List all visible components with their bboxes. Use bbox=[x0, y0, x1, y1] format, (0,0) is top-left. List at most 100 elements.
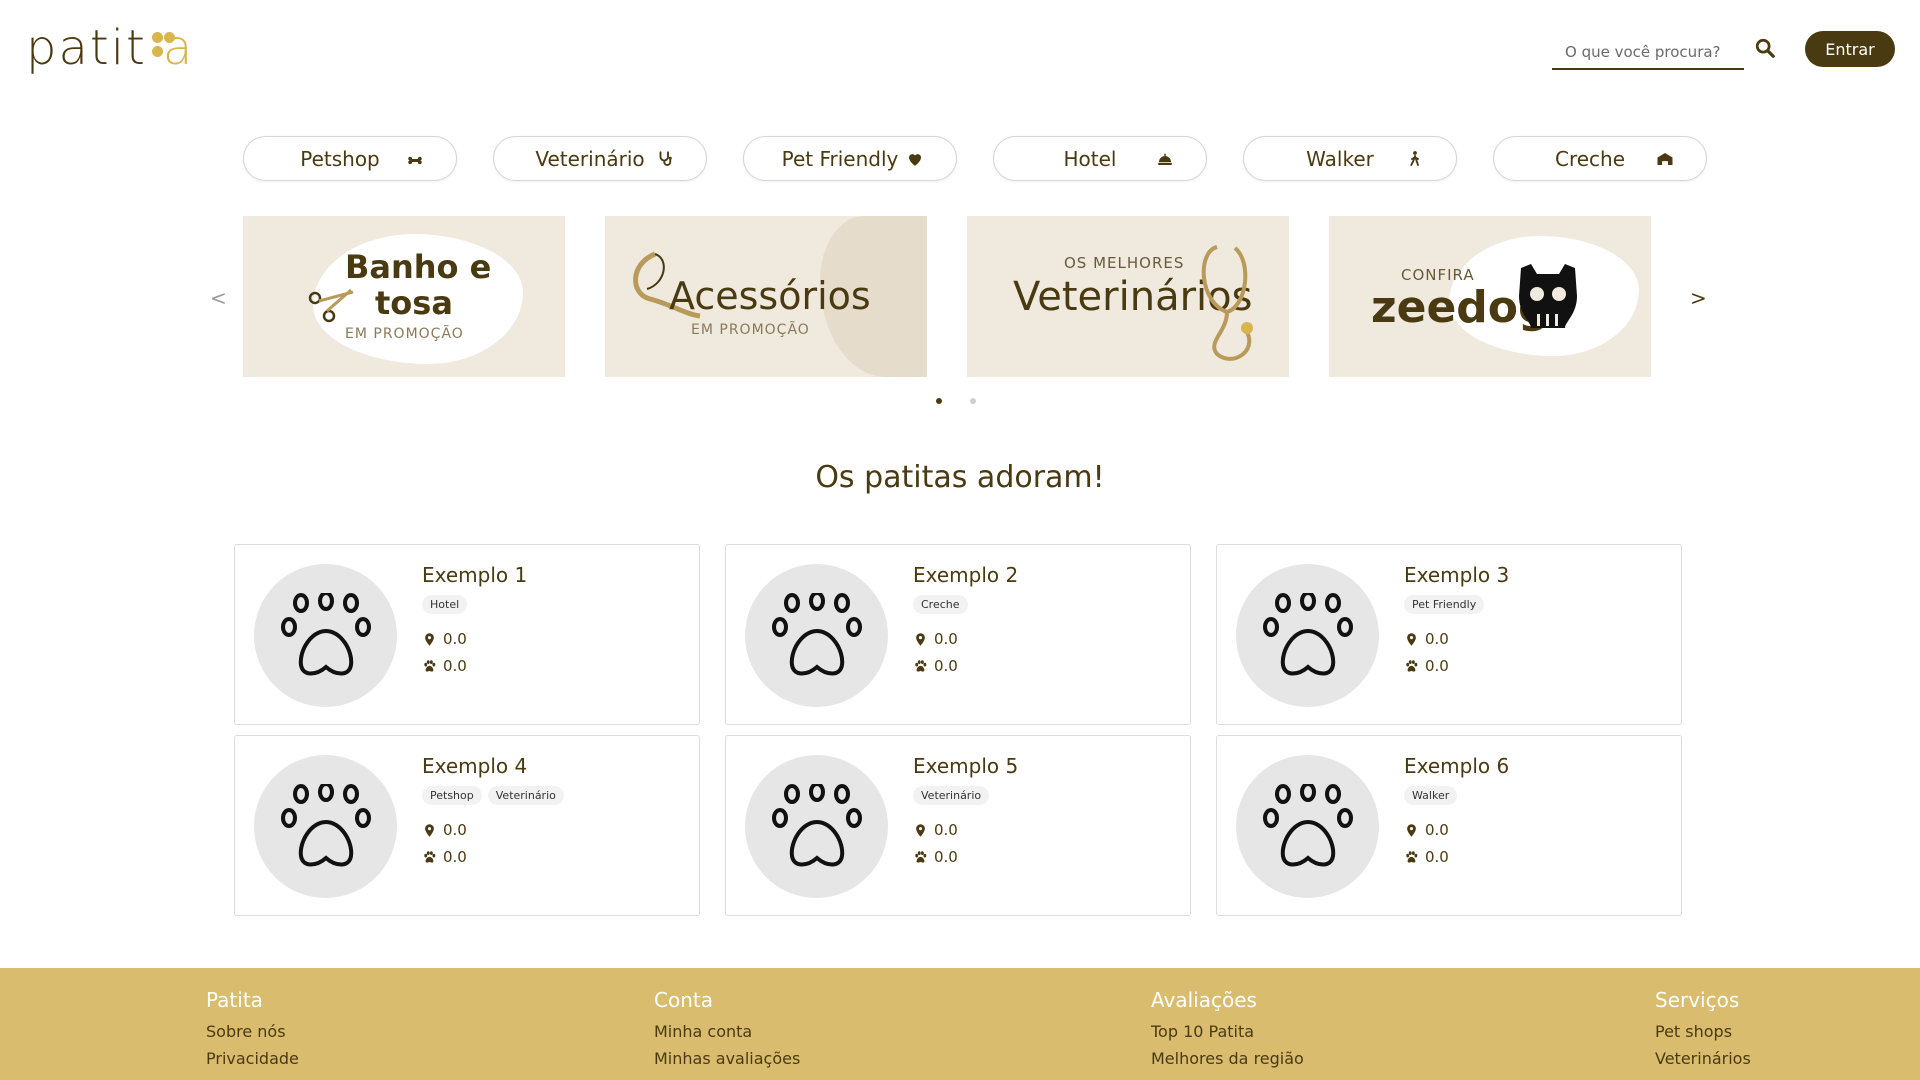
place-name: Exemplo 5 bbox=[913, 754, 1019, 778]
footer-column: Avaliações Top 10 Patita Melhores da reg… bbox=[1151, 988, 1304, 1076]
location-pin-icon bbox=[916, 632, 925, 646]
avatar bbox=[1236, 564, 1379, 707]
place-card[interactable]: Exemplo 3 Pet Friendly 0.0 0.0 bbox=[1216, 544, 1682, 725]
category-tag: Veterinário bbox=[913, 786, 990, 805]
rating-stat: 0.0 bbox=[913, 657, 958, 675]
place-card[interactable]: Exemplo 1 Hotel 0.0 0.0 bbox=[234, 544, 700, 725]
distance-value: 0.0 bbox=[443, 821, 467, 839]
footer-link[interactable]: Sobre nós bbox=[206, 1022, 299, 1041]
footer-heading: Serviços bbox=[1655, 988, 1740, 1012]
place-name: Exemplo 3 bbox=[1404, 563, 1510, 587]
stethoscope-illustration bbox=[1201, 245, 1253, 361]
distance-stat: 0.0 bbox=[1404, 630, 1449, 648]
carousel-next-button[interactable]: > bbox=[1690, 286, 1707, 310]
banner-title: Acessórios bbox=[669, 274, 871, 318]
distance-stat: 0.0 bbox=[1404, 821, 1449, 839]
footer-link[interactable]: Melhores da região bbox=[1151, 1049, 1304, 1068]
banner-subtitle: EM PROMOÇÃO bbox=[345, 326, 464, 342]
rating-value: 0.0 bbox=[934, 657, 958, 675]
rating-stat: 0.0 bbox=[913, 848, 958, 866]
paw-rating-icon bbox=[1406, 659, 1418, 672]
location-pin-icon bbox=[425, 823, 434, 837]
footer-heading: Avaliações bbox=[1151, 988, 1257, 1012]
search-input[interactable] bbox=[1552, 32, 1744, 68]
footer: Patita Sobre nós Privacidade Conta Minha… bbox=[0, 968, 1920, 1080]
category-tag: Hotel bbox=[422, 595, 468, 614]
rating-value: 0.0 bbox=[934, 848, 958, 866]
search-field bbox=[1552, 32, 1744, 70]
paw-icon bbox=[280, 783, 371, 866]
location-pin-icon bbox=[1407, 823, 1416, 837]
walking-person-icon bbox=[1410, 150, 1419, 166]
avatar bbox=[254, 564, 397, 707]
login-button[interactable]: Entrar bbox=[1805, 31, 1895, 67]
banner-title-line2: tosa bbox=[375, 284, 453, 322]
paw-rating-icon bbox=[915, 659, 927, 672]
banner-acessorios[interactable]: Acessórios EM PROMOÇÃO bbox=[605, 216, 927, 377]
banner-title-line1: Banho e bbox=[345, 248, 492, 286]
footer-link[interactable]: Minhas avaliações bbox=[654, 1049, 800, 1068]
rating-stat: 0.0 bbox=[422, 657, 467, 675]
location-pin-icon bbox=[425, 632, 434, 646]
distance-stat: 0.0 bbox=[422, 821, 467, 839]
banner-banho-tosa[interactable]: Banho e tosa EM PROMOÇÃO bbox=[243, 216, 565, 377]
footer-heading: Conta bbox=[654, 988, 713, 1012]
footer-link[interactable]: Veterinários bbox=[1655, 1049, 1751, 1068]
location-pin-icon bbox=[1407, 632, 1416, 646]
carousel-prev-button[interactable]: < bbox=[210, 286, 227, 310]
logo[interactable]: patit a bbox=[26, 19, 194, 76]
tag-list: Veterinário bbox=[913, 786, 990, 805]
footer-link[interactable]: Privacidade bbox=[206, 1049, 299, 1068]
place-name: Exemplo 1 bbox=[422, 563, 528, 587]
logo-paw-dots bbox=[149, 28, 177, 68]
distance-stat: 0.0 bbox=[913, 630, 958, 648]
footer-column: Patita Sobre nós Privacidade bbox=[206, 988, 299, 1076]
place-card[interactable]: Exemplo 4 Petshop Veterinário 0.0 0.0 bbox=[234, 735, 700, 916]
skull-logo-icon bbox=[1519, 264, 1577, 328]
rating-stat: 0.0 bbox=[422, 848, 467, 866]
tag-list: Creche bbox=[913, 595, 968, 614]
place-name: Exemplo 6 bbox=[1404, 754, 1510, 778]
footer-link[interactable]: Pet shops bbox=[1655, 1022, 1751, 1041]
banner-zeedog[interactable]: CONFIRA zeedog bbox=[1329, 216, 1651, 377]
footer-link[interactable]: Top 10 Patita bbox=[1151, 1022, 1304, 1041]
place-card[interactable]: Exemplo 5 Veterinário 0.0 0.0 bbox=[725, 735, 1191, 916]
carousel-dot[interactable] bbox=[970, 398, 976, 404]
banner-subtitle: EM PROMOÇÃO bbox=[691, 322, 810, 338]
avatar bbox=[745, 755, 888, 898]
paw-icon bbox=[280, 592, 371, 675]
place-name: Exemplo 4 bbox=[422, 754, 528, 778]
stethoscope-icon bbox=[659, 150, 672, 166]
paw-icon bbox=[771, 592, 862, 675]
tag-list: Hotel bbox=[422, 595, 468, 614]
footer-link[interactable]: Minha conta bbox=[654, 1022, 800, 1041]
distance-value: 0.0 bbox=[1425, 821, 1449, 839]
place-card[interactable]: Exemplo 6 Walker 0.0 0.0 bbox=[1216, 735, 1682, 916]
category-veterinario[interactable]: Veterinário bbox=[493, 136, 707, 181]
banner-pretitle: OS MELHORES bbox=[1064, 254, 1185, 272]
paw-icon bbox=[771, 783, 862, 866]
banner-veterinarios[interactable]: OS MELHORES Veterinários bbox=[967, 216, 1289, 377]
place-card[interactable]: Exemplo 2 Creche 0.0 0.0 bbox=[725, 544, 1191, 725]
scissors-icon bbox=[308, 288, 354, 323]
bone-icon bbox=[408, 156, 422, 164]
category-walker[interactable]: Walker bbox=[1243, 136, 1457, 181]
category-creche[interactable]: Creche bbox=[1493, 136, 1707, 181]
category-tag: Creche bbox=[913, 595, 968, 614]
category-tag: Walker bbox=[1404, 786, 1458, 805]
category-tag: Veterinário bbox=[487, 786, 564, 805]
distance-stat: 0.0 bbox=[422, 630, 467, 648]
rating-value: 0.0 bbox=[443, 657, 467, 675]
category-petshop[interactable]: Petshop bbox=[243, 136, 457, 181]
search-icon[interactable] bbox=[1754, 37, 1776, 59]
carousel-dot-active[interactable] bbox=[936, 398, 942, 404]
footer-column: Conta Minha conta Minhas avaliações bbox=[654, 988, 800, 1076]
service-bell-icon bbox=[1158, 153, 1172, 165]
distance-value: 0.0 bbox=[934, 821, 958, 839]
category-pet-friendly[interactable]: Pet Friendly bbox=[743, 136, 957, 181]
category-hotel[interactable]: Hotel bbox=[993, 136, 1207, 181]
logo-text: patit bbox=[26, 19, 147, 76]
tag-list: Petshop Veterinário bbox=[422, 786, 564, 805]
rating-value: 0.0 bbox=[443, 848, 467, 866]
distance-value: 0.0 bbox=[934, 630, 958, 648]
